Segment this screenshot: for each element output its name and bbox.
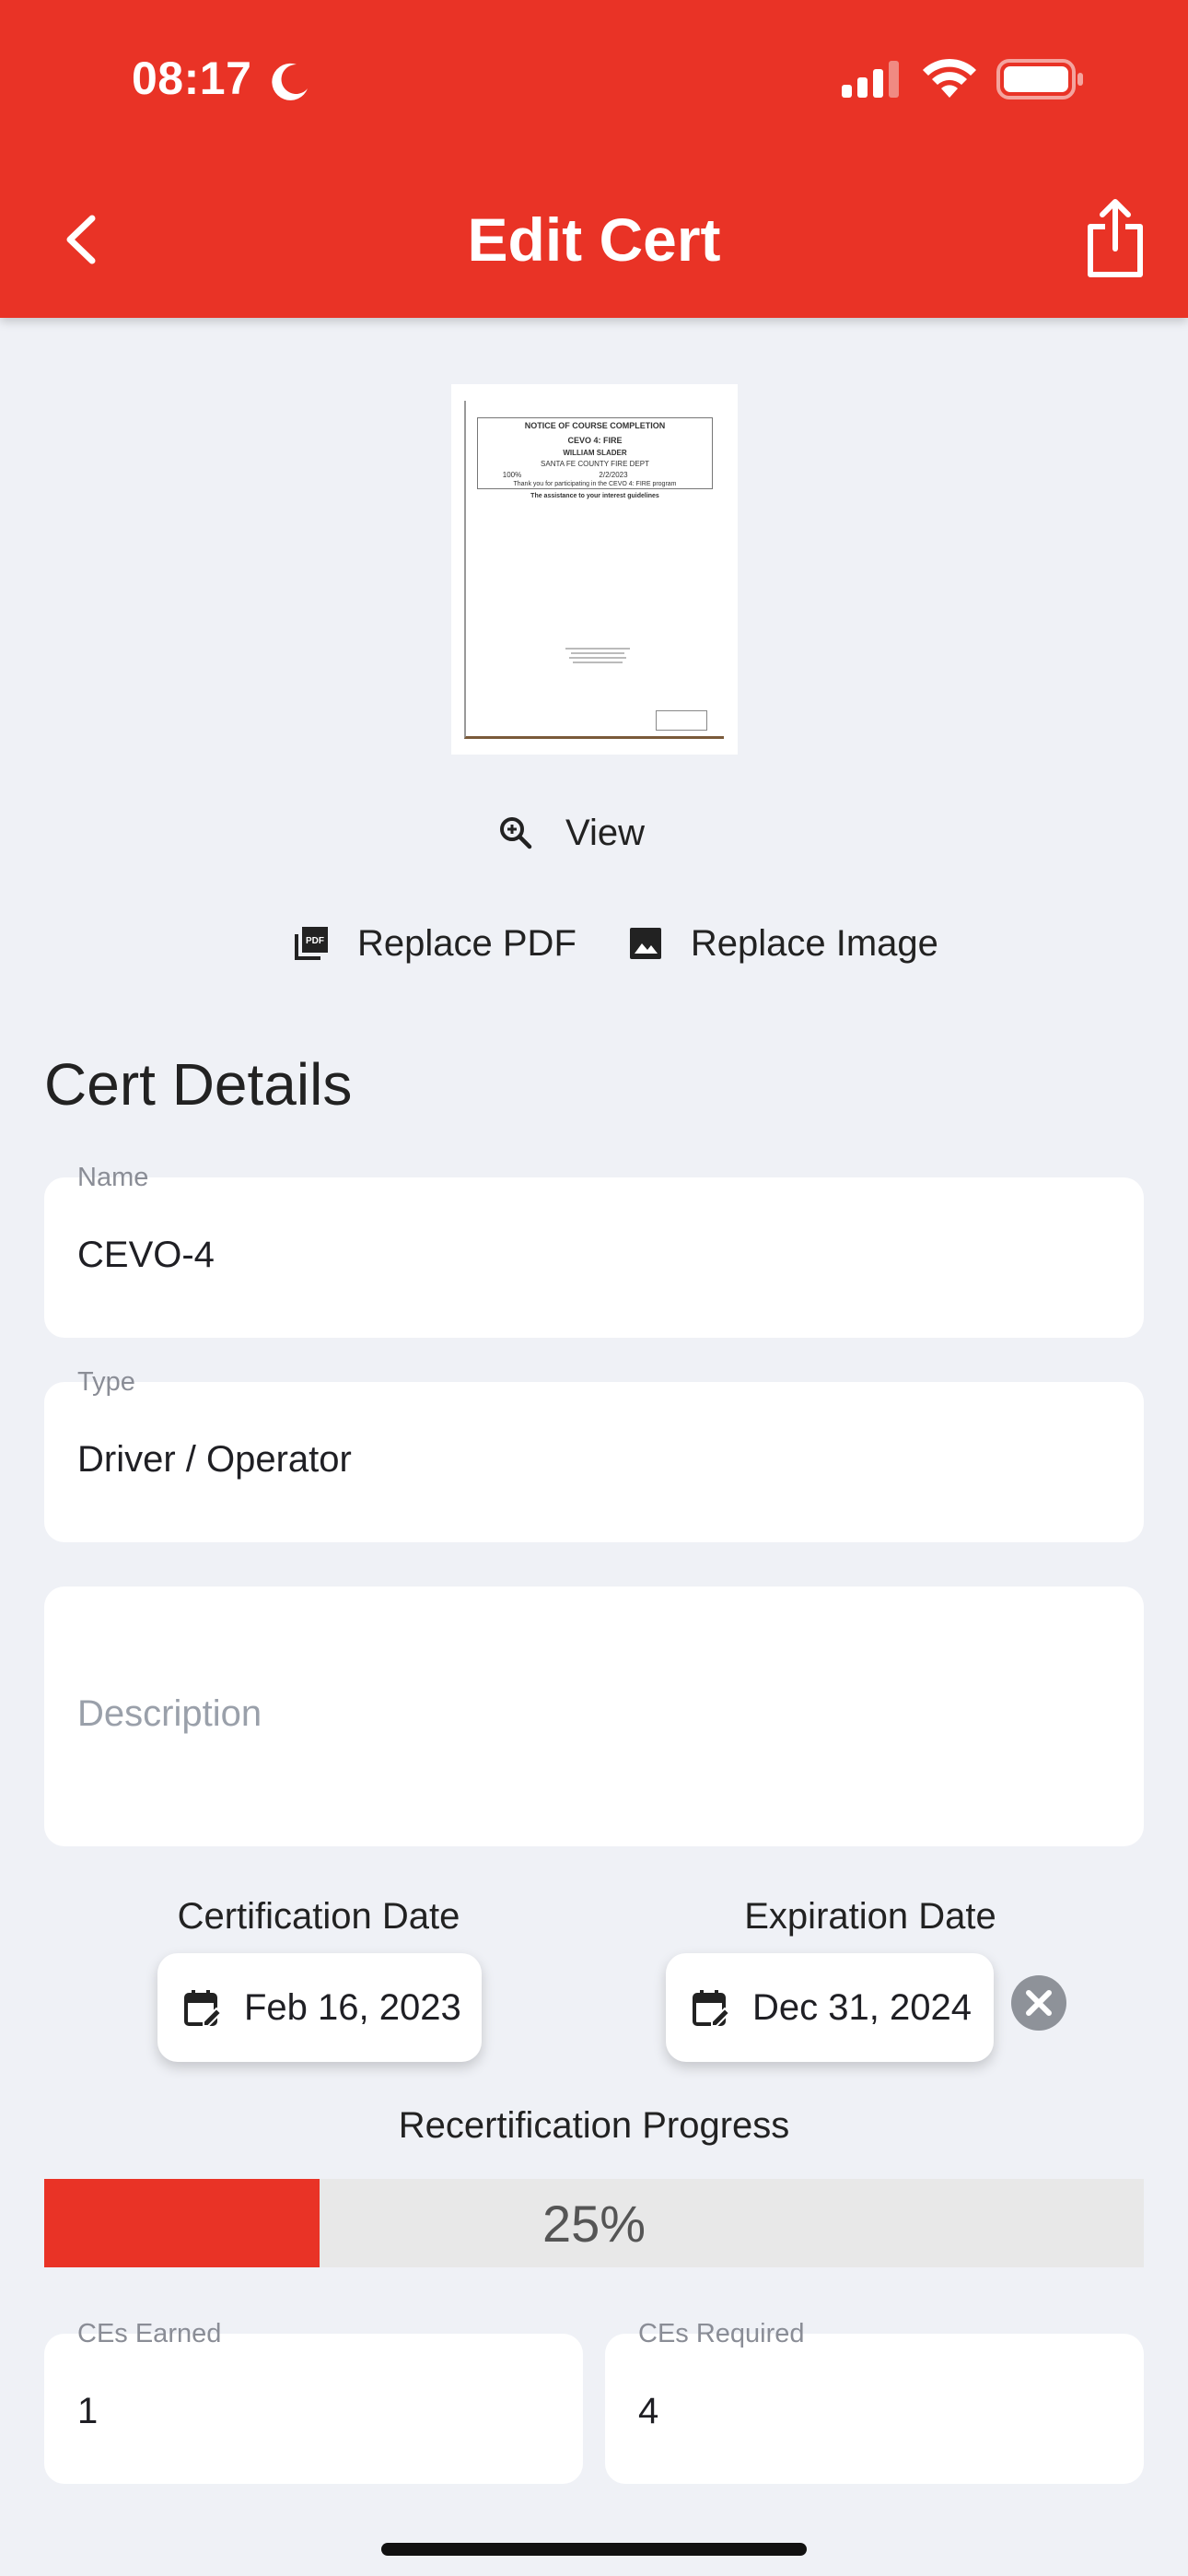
name-field[interactable]: CEVO-4 — [44, 1177, 1144, 1338]
moon-icon — [272, 63, 308, 100]
ces-earned-field[interactable]: 1 — [44, 2334, 583, 2484]
replace-pdf-button[interactable]: PDF Replace PDF — [293, 923, 577, 965]
view-button[interactable]: View — [497, 807, 645, 859]
doc-line: WILLIAM SLADER — [563, 449, 627, 457]
name-label: Name — [77, 1163, 149, 1192]
view-label: View — [565, 812, 645, 853]
image-icon — [629, 928, 661, 959]
name-value: CEVO-4 — [77, 1235, 215, 1275]
doc-line: CEVO 4: FIRE — [567, 436, 623, 445]
doc-stamp — [656, 710, 707, 731]
ces-required-field[interactable]: 4 — [605, 2334, 1144, 2484]
replace-image-button[interactable]: Replace Image — [628, 923, 938, 965]
document-thumbnail[interactable]: NOTICE OF COURSE COMPLETION CEVO 4: FIRE… — [451, 384, 738, 755]
ces-earned-label: CEs Earned — [77, 2319, 222, 2348]
type-label: Type — [77, 1367, 135, 1397]
signal-icon — [842, 61, 899, 98]
progress-percent: 25% — [542, 2194, 646, 2253]
page-title: Edit Cert — [467, 205, 721, 274]
replace-actions: PDF Replace PDF Replace Image — [293, 918, 938, 969]
document-page: NOTICE OF COURSE COMPLETION CEVO 4: FIRE… — [464, 401, 724, 739]
doc-line: SANTA FE COUNTY FIRE DEPT — [541, 460, 649, 468]
section-title: Cert Details — [44, 1051, 353, 1118]
progress-label: Recertification Progress — [398, 2105, 790, 2146]
certification-date-label: Certification Date — [177, 1896, 460, 1937]
description-placeholder: Description — [77, 1693, 262, 1734]
share-icon[interactable] — [1085, 197, 1146, 280]
calendar-edit-icon — [693, 1990, 730, 2027]
battery-icon — [996, 59, 1083, 100]
wifi-icon — [923, 58, 976, 98]
expiration-date-label: Expiration Date — [744, 1896, 996, 1937]
ces-required-value: 4 — [638, 2391, 659, 2431]
doc-line: The assistance to your interest guidelin… — [530, 493, 659, 499]
expiration-date-button[interactable]: Dec 31, 2024 — [666, 1953, 994, 2062]
home-indicator — [381, 2543, 807, 2556]
doc-line: 2/2/2023 — [599, 471, 628, 479]
status-time: 08:17 — [132, 53, 252, 104]
ces-earned-value: 1 — [77, 2391, 99, 2431]
type-value: Driver / Operator — [77, 1439, 352, 1480]
certification-date-value: Feb 16, 2023 — [244, 1986, 461, 2028]
ces-required-label: CEs Required — [638, 2319, 805, 2348]
certification-date-button[interactable]: Feb 16, 2023 — [157, 1953, 482, 2062]
calendar-edit-icon — [184, 1990, 222, 2027]
app-header: 08:17 Edit Cert — [0, 0, 1188, 318]
doc-footer-block — [565, 645, 630, 666]
pdf-icon: PDF — [295, 927, 328, 960]
document-header-box: NOTICE OF COURSE COMPLETION CEVO 4: FIRE… — [477, 417, 713, 489]
type-field[interactable]: Driver / Operator — [44, 1382, 1144, 1542]
expiration-date-value: Dec 31, 2024 — [752, 1986, 972, 2028]
zoom-in-icon — [500, 817, 532, 849]
replace-pdf-label: Replace PDF — [357, 922, 577, 964]
clear-date-icon[interactable] — [1010, 1974, 1067, 2032]
doc-line: Thank you for participating in the CEVO … — [513, 481, 677, 487]
description-field[interactable]: Description — [44, 1587, 1144, 1846]
doc-line: NOTICE OF COURSE COMPLETION — [524, 421, 666, 430]
recertification-progress-bar: 25% — [44, 2179, 1144, 2267]
replace-image-label: Replace Image — [690, 922, 938, 964]
svg-text:PDF: PDF — [306, 936, 324, 946]
